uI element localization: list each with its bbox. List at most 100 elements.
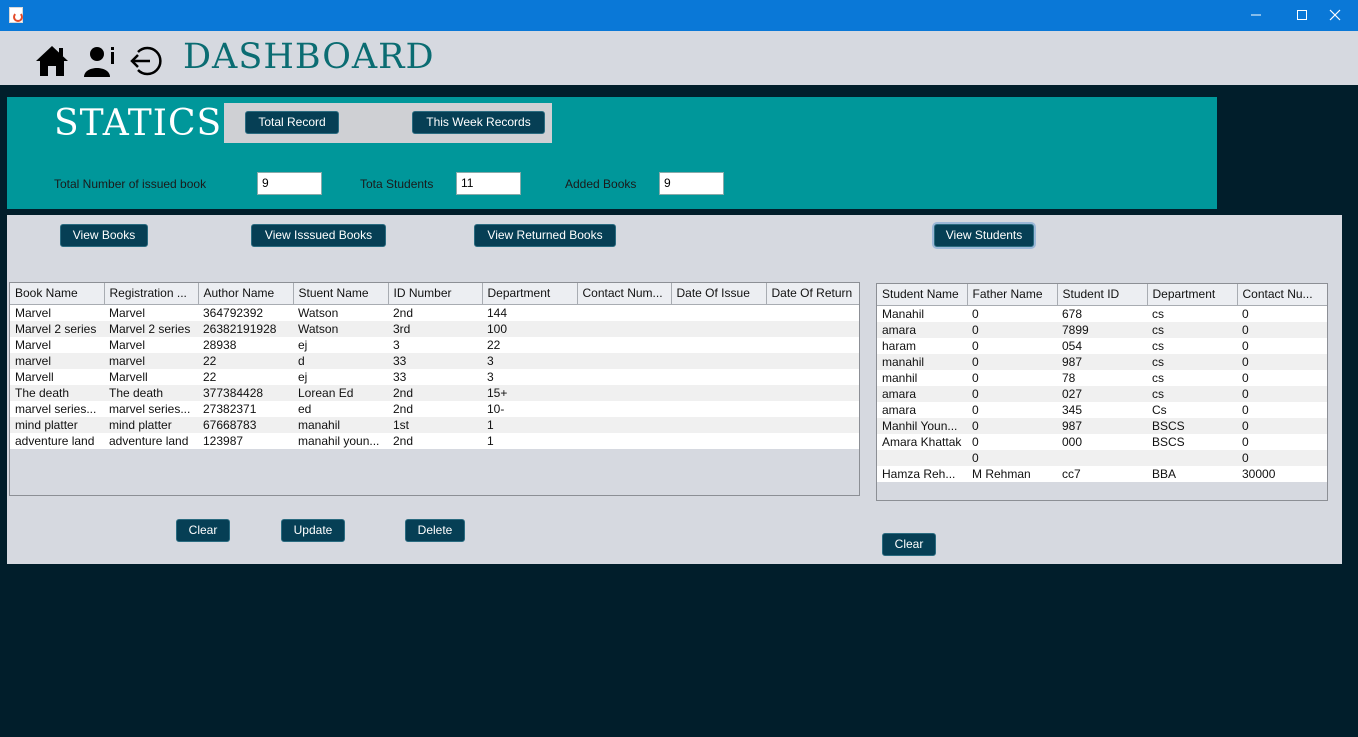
this-week-records-button[interactable]: This Week Records xyxy=(412,111,545,134)
table-cell xyxy=(577,417,671,433)
table-cell xyxy=(766,401,859,417)
table-row[interactable]: amara 0 027 cs 0 xyxy=(877,385,1327,402)
table-cell: 26382191928 xyxy=(203,321,277,336)
table-row[interactable]: manahil 0 987 cs 0 xyxy=(877,353,1327,370)
minimize-button[interactable] xyxy=(1233,0,1279,31)
table-row[interactable]: Marvel 2 series Marvel 2 series 2638219192… xyxy=(10,320,859,337)
table-cell: amara xyxy=(882,386,917,401)
column-header[interactable]: Department xyxy=(1147,284,1238,306)
total-students-field[interactable]: 11 xyxy=(456,172,521,195)
table-cell: ej xyxy=(298,369,308,384)
table-cell: 0 xyxy=(1242,386,1249,401)
column-header[interactable]: Date Of Issue xyxy=(671,283,767,305)
table-cell: 2nd xyxy=(393,433,414,448)
page-title: DASHBOARD xyxy=(183,37,435,77)
table-cell: 27382371 xyxy=(203,401,257,416)
table-cell: marvel series... xyxy=(15,401,97,416)
table-cell xyxy=(1057,450,1147,466)
view-returned-books-button[interactable]: View Returned Books xyxy=(474,224,616,247)
column-header[interactable]: Stuent Name xyxy=(293,283,389,305)
table-cell xyxy=(671,321,766,337)
table-row[interactable]: Amara Khattak 0 000 BSCS 0 xyxy=(877,433,1327,450)
table-cell: cs xyxy=(1152,322,1164,337)
table-cell: 33 xyxy=(393,353,407,368)
table-row[interactable]: adventure land adventure land 123987 manahi… xyxy=(10,432,859,449)
column-header[interactable]: Contact Nu... xyxy=(1237,284,1327,306)
table-cell xyxy=(671,337,766,353)
table-row[interactable]: Manahil 0 678 cs 0 xyxy=(877,305,1327,322)
table-row[interactable]: marvel marvel 22 d 33 3 xyxy=(10,352,859,369)
table-cell: Manahil xyxy=(882,306,925,321)
close-button[interactable] xyxy=(1312,0,1358,31)
table-cell: 123987 xyxy=(203,433,244,448)
logout-icon[interactable] xyxy=(128,43,164,79)
table-cell: 144 xyxy=(487,305,508,320)
table-cell: BSCS xyxy=(1152,418,1185,433)
column-header[interactable]: Book Name xyxy=(10,283,105,305)
students-table[interactable]: Student Name Father Name Student ID Departm… xyxy=(876,283,1328,501)
table-row[interactable]: Marvel Marvel 28938 ej 3 22 xyxy=(10,336,859,353)
table-cell: adventure land xyxy=(109,433,189,448)
user-info-icon[interactable] xyxy=(82,43,118,79)
column-header[interactable]: ID Number xyxy=(388,283,483,305)
view-books-button[interactable]: View Books xyxy=(60,224,148,247)
table-cell xyxy=(766,353,859,369)
table-cell xyxy=(671,401,766,417)
table-cell: ej xyxy=(298,337,308,352)
table-cell: 0 xyxy=(972,306,979,321)
view-issued-books-button[interactable]: View Isssued Books xyxy=(251,224,386,247)
table-row[interactable]: 00 xyxy=(877,449,1327,466)
table-cell: cs xyxy=(1152,354,1164,369)
table-cell: marvel xyxy=(109,353,146,368)
table-cell: 345 xyxy=(1062,402,1083,417)
column-header[interactable]: Date Of Return xyxy=(766,283,859,305)
table-cell xyxy=(577,433,671,449)
table-cell: 0 xyxy=(972,450,979,465)
table-row[interactable]: Marvel Marvel 364792392 Watson 2nd 144 xyxy=(10,304,859,321)
table-row[interactable]: manhil 0 78 cs 0 xyxy=(877,369,1327,386)
column-header[interactable]: Registration ... xyxy=(104,283,199,305)
clear-button[interactable]: Clear xyxy=(176,519,230,542)
clear-students-button[interactable]: Clear xyxy=(882,533,936,556)
table-cell: 33 xyxy=(393,369,407,384)
table-cell: amara xyxy=(882,322,917,337)
table-cell xyxy=(577,385,671,401)
view-students-button[interactable]: View Students xyxy=(934,224,1034,247)
table-cell xyxy=(671,417,766,433)
added-books-field[interactable]: 9 xyxy=(659,172,724,195)
table-cell xyxy=(766,369,859,385)
table-row[interactable]: amara 0 7899 cs 0 xyxy=(877,321,1327,338)
table-row[interactable]: The death The death 377384428 Lorean Ed 2nd 1… xyxy=(10,384,859,401)
table-row[interactable]: Marvell Marvell 22 ej 33 3 xyxy=(10,368,859,385)
books-table[interactable]: Book Name Registration ... Author Name Stue… xyxy=(9,282,860,496)
table-cell: Marvel xyxy=(109,305,146,320)
update-button[interactable]: Update xyxy=(281,519,345,542)
table-row[interactable]: marvel series... marvel series... 27382371… xyxy=(10,400,859,417)
table-cell: Cs xyxy=(1152,402,1167,417)
delete-button[interactable]: Delete xyxy=(405,519,465,542)
table-cell: 7899 xyxy=(1062,322,1089,337)
table-cell: 22 xyxy=(487,337,501,352)
table-cell: 3 xyxy=(487,353,494,368)
column-header[interactable]: Department xyxy=(482,283,578,305)
table-row[interactable]: Manhil Youn... 0 987 BSCS 0 xyxy=(877,417,1327,434)
table-cell xyxy=(577,337,671,353)
column-header[interactable]: Student Name xyxy=(877,284,968,306)
table-cell: 987 xyxy=(1062,418,1083,433)
table-row[interactable]: amara 0 345 Cs 0 xyxy=(877,401,1327,418)
column-header[interactable]: Contact Num... xyxy=(577,283,672,305)
table-cell: 3rd xyxy=(393,321,411,336)
table-cell xyxy=(766,304,859,321)
statics-title: STATICS xyxy=(54,103,223,144)
table-cell: mind platter xyxy=(109,417,172,432)
table-cell xyxy=(577,321,671,337)
column-header[interactable]: Father Name xyxy=(967,284,1058,306)
issued-books-field[interactable]: 9 xyxy=(257,172,322,195)
column-header[interactable]: Student ID xyxy=(1057,284,1148,306)
table-row[interactable]: Hamza Reh... M Rehman cc7 BBA 30000 xyxy=(877,465,1327,482)
column-header[interactable]: Author Name xyxy=(198,283,294,305)
table-row[interactable]: mind platter mind platter 67668783 manahil 1… xyxy=(10,416,859,433)
home-icon[interactable] xyxy=(34,43,70,79)
table-row[interactable]: haram 0 054 cs 0 xyxy=(877,337,1327,354)
total-record-button[interactable]: Total Record xyxy=(245,111,339,134)
